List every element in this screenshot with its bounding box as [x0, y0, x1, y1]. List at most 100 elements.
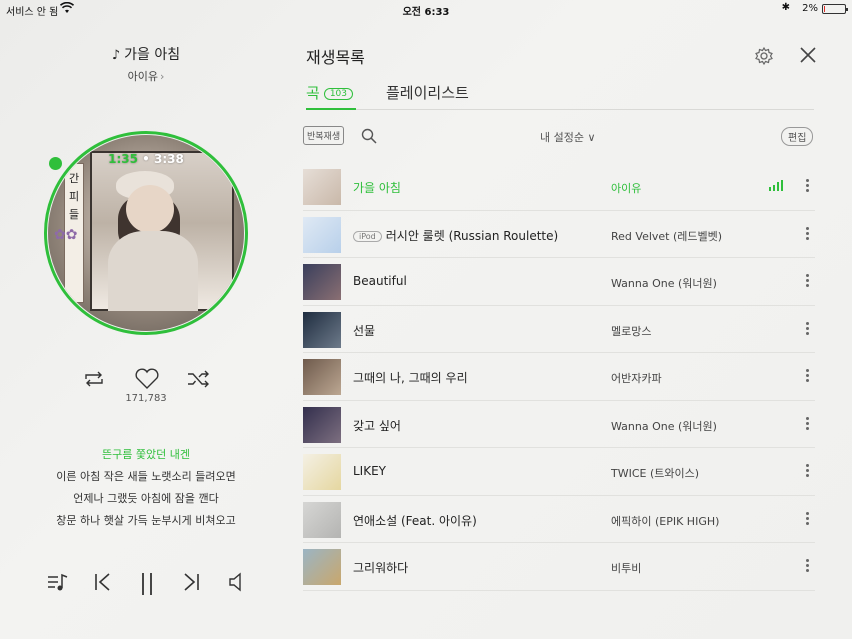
- song-title: 그리워하다: [353, 559, 408, 576]
- album-thumbnail: [303, 549, 341, 585]
- more-options-icon[interactable]: [803, 320, 811, 338]
- song-artist: Red Velvet (레드벨벳): [611, 229, 723, 243]
- status-bar: 서비스 안 됨 오전 6:33 ✱ 2%: [0, 0, 852, 18]
- equalizer-icon: [769, 180, 783, 191]
- search-icon[interactable]: [361, 128, 377, 144]
- song-artist: 비투비: [611, 562, 642, 575]
- song-title: Beautiful: [353, 274, 407, 288]
- song-title-text: 러시안 룰렛 (Russian Roulette): [385, 228, 559, 243]
- now-playing-title: ♪ 가을 아침: [0, 44, 292, 64]
- album-art-player[interactable]: 간 피 들 ✿✿ 1:35 • 3:38: [44, 131, 248, 335]
- gear-icon[interactable]: [754, 46, 774, 66]
- album-thumbnail: [303, 454, 341, 490]
- album-sign-text: 간 피 들: [68, 172, 80, 221]
- song-title-text: 연애소설 (Feat. 아이유): [353, 513, 477, 528]
- artist-name: 아이유: [127, 70, 158, 83]
- previous-icon[interactable]: [93, 571, 113, 593]
- battery-icon: [822, 4, 848, 14]
- song-title: 연애소설 (Feat. 아이유): [353, 512, 477, 529]
- battery-percent: 2%: [802, 3, 818, 14]
- song-title-text: 가을 아침: [124, 47, 181, 63]
- repeat-icon[interactable]: [82, 370, 106, 388]
- tab-songs[interactable]: 곡 103: [306, 82, 353, 103]
- song-row[interactable]: iPod 러시안 룰렛 (Russian Roulette) Red Velvet …: [303, 211, 815, 258]
- total-time: 3:38: [154, 152, 184, 166]
- song-row[interactable]: 그때의 나, 그때의 우리 어반자카파: [303, 353, 815, 401]
- heart-icon[interactable]: [134, 368, 160, 390]
- song-title-text: 선물: [353, 323, 376, 338]
- song-row[interactable]: Beautiful Wanna One (워너원): [303, 258, 815, 306]
- song-row[interactable]: 가을 아침 아이유: [303, 163, 815, 211]
- song-row[interactable]: LIKEY TWICE (트와이스): [303, 448, 815, 496]
- song-title-text: 갖고 싶어: [353, 418, 401, 433]
- more-options-icon[interactable]: [803, 272, 811, 290]
- current-time: 1:35: [108, 152, 138, 166]
- album-photo-face: [126, 185, 174, 233]
- song-title-text: 가을 아침: [353, 181, 401, 195]
- progress-handle[interactable]: [49, 157, 62, 170]
- ipod-badge: iPod: [353, 230, 382, 242]
- song-title: 그때의 나, 그때의 우리: [353, 369, 468, 386]
- song-artist: 에픽하이 (EPIK HIGH): [611, 514, 720, 528]
- album-thumbnail: [303, 311, 341, 348]
- more-options-icon[interactable]: [803, 225, 811, 243]
- song-row[interactable]: 선물 멜로망스: [303, 306, 815, 353]
- song-row[interactable]: 갖고 싶어 Wanna One (워너원): [303, 401, 815, 448]
- song-artist: Wanna One (워너원): [611, 419, 717, 433]
- song-artist: TWICE (트와이스): [611, 467, 700, 480]
- album-thumbnail: [303, 264, 341, 300]
- song-title: iPod 러시안 룰렛 (Russian Roulette): [353, 227, 558, 244]
- album-thumbnail: [303, 406, 341, 443]
- more-options-icon[interactable]: [803, 415, 811, 433]
- chevron-down-icon: ∨: [587, 131, 596, 144]
- tab-playlists[interactable]: 플레이리스트: [386, 82, 469, 103]
- song-title: LIKEY: [353, 464, 386, 478]
- more-options-icon[interactable]: [803, 367, 811, 385]
- lyric-line: 언제나 그랬듯 아침에 잠을 깬다: [73, 492, 219, 505]
- playback-controls: [0, 571, 292, 601]
- more-options-icon[interactable]: [803, 177, 811, 195]
- song-artist: Wanna One (워너원): [611, 277, 717, 290]
- more-options-icon[interactable]: [803, 557, 811, 575]
- playlist-toolbar: 반복재생 내 설정순 ∨ 편집: [303, 126, 815, 148]
- lyrics[interactable]: 뜬구름 쫓았던 내겐 이른 아침 작은 새들 노랫소리 들려오면 언제나 그랬듯…: [0, 444, 292, 532]
- song-title: 선물: [353, 322, 375, 339]
- album-photo-body: [108, 231, 198, 311]
- song-artist: 멜로망스: [611, 324, 652, 338]
- playback-time: 1:35 • 3:38: [108, 152, 184, 166]
- song-artist: 어반자카파: [611, 372, 662, 385]
- tab-songs-label: 곡: [306, 84, 320, 102]
- lyric-line: 이른 아침 작은 새들 노랫소리 들려오면: [56, 470, 236, 483]
- pause-icon[interactable]: [138, 571, 156, 597]
- volume-icon[interactable]: [227, 571, 247, 593]
- playlist-tabs: 곡 103 플레이리스트: [306, 82, 814, 110]
- sort-dropdown[interactable]: 내 설정순 ∨: [540, 129, 596, 145]
- shuffle-icon[interactable]: [186, 370, 212, 388]
- song-row[interactable]: 그리워하다 비투비: [303, 543, 815, 591]
- lyric-line-current: 뜬구름 쫓았던 내겐: [102, 448, 190, 461]
- song-count-badge: 103: [323, 88, 353, 100]
- music-note-icon: ♪: [111, 48, 121, 63]
- album-thumbnail: [303, 169, 341, 205]
- lyric-line: 창문 하나 햇살 가득 눈부시게 비쳐오고: [56, 514, 236, 527]
- playlist-title: 재생목록: [306, 48, 365, 67]
- song-title-text: 그리워하다: [353, 561, 409, 575]
- sort-label: 내 설정순: [540, 131, 584, 144]
- more-options-icon[interactable]: [803, 510, 811, 528]
- song-title-text: LIKEY: [353, 464, 387, 478]
- song-actions: 171,783: [0, 368, 292, 410]
- album-thumbnail: [303, 359, 341, 395]
- repeat-mode-button[interactable]: 반복재생: [303, 126, 345, 145]
- close-icon[interactable]: [798, 45, 818, 65]
- song-list: 가을 아침 아이유 iPod 러시안 룰렛 (Russian Roulette) Red…: [303, 163, 815, 591]
- artist-link[interactable]: 아이유 ›: [0, 68, 292, 84]
- more-options-icon[interactable]: [803, 462, 811, 480]
- next-icon[interactable]: [181, 571, 201, 593]
- song-artist: 아이유: [611, 182, 642, 195]
- clock: 오전 6:33: [402, 7, 450, 18]
- edit-button[interactable]: 편집: [781, 127, 814, 146]
- like-count: 171,783: [125, 393, 167, 404]
- song-title-text: Beautiful: [353, 274, 407, 288]
- playlist-icon[interactable]: [46, 571, 70, 593]
- song-row[interactable]: 연애소설 (Feat. 아이유) 에픽하이 (EPIK HIGH): [303, 496, 815, 543]
